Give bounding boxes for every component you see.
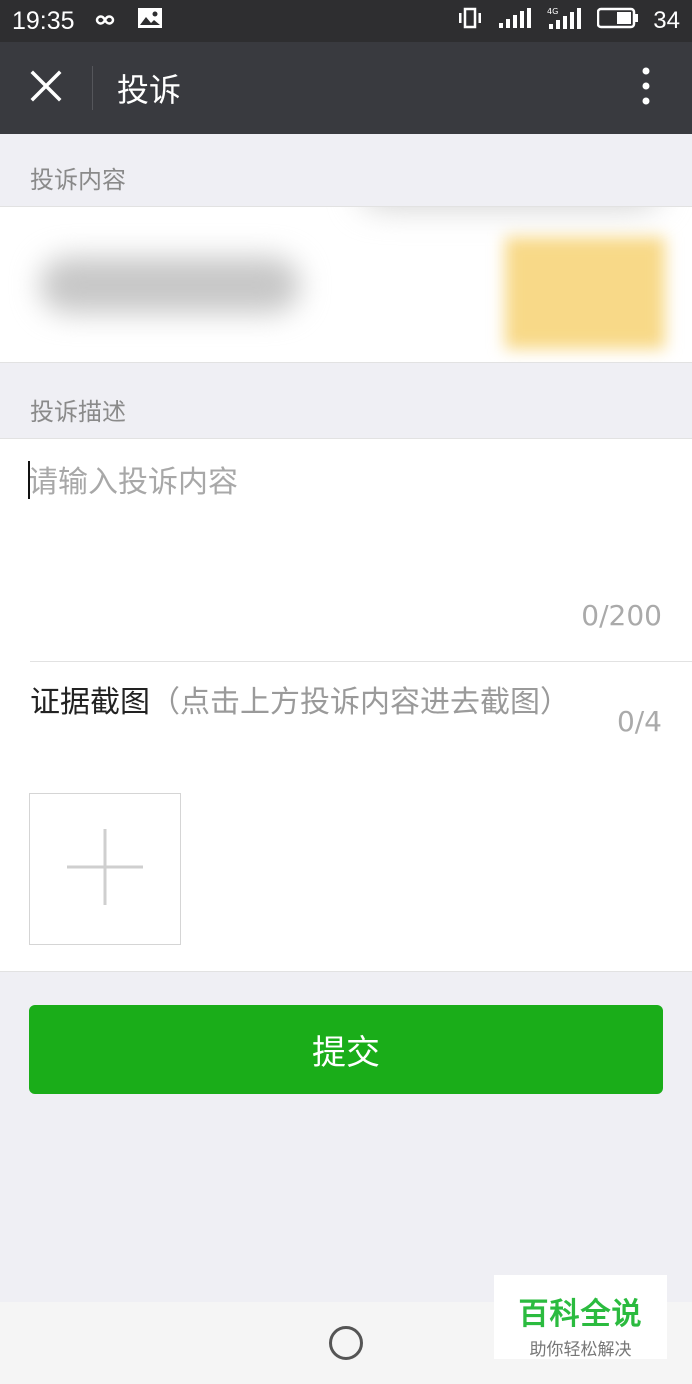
infinity-icon — [89, 7, 121, 35]
close-icon — [30, 70, 62, 106]
plus-icon — [67, 829, 143, 909]
complaint-description-label: 投诉描述 — [30, 398, 126, 426]
status-bar: 19:35 4G 34 — [0, 0, 692, 42]
watermark-logo: 百科全说 助你轻松解决 — [494, 1275, 667, 1360]
home-button[interactable] — [329, 1326, 363, 1360]
text-cursor — [28, 461, 30, 499]
battery-icon — [597, 7, 639, 35]
evidence-title-text: 证据截图 — [30, 685, 150, 720]
complaint-content-label: 投诉内容 — [30, 166, 126, 194]
char-counter: 0/200 — [581, 599, 662, 632]
blurred-content-text — [360, 206, 660, 207]
evidence-counter: 0/4 — [616, 705, 662, 738]
blurred-content-thumbnail — [505, 237, 665, 349]
more-menu-button[interactable] — [600, 42, 692, 134]
svg-text:4G: 4G — [547, 7, 558, 16]
submit-button[interactable]: 提交 — [29, 1005, 663, 1094]
page-title: 投诉 — [117, 71, 182, 109]
signal-4g-icon: 4G — [547, 6, 583, 36]
evidence-hint: （点击上方投诉内容进去截图） — [150, 685, 570, 720]
watermark-main-text: 百科全说 — [518, 1297, 643, 1332]
divider — [30, 661, 692, 662]
evidence-title: 证据截图（点击上方投诉内容进去截图） — [30, 681, 570, 725]
add-screenshot-button[interactable] — [29, 793, 181, 945]
watermark-sub-text: 助你轻松解决 — [529, 1340, 632, 1360]
battery-level: 34 — [653, 7, 680, 34]
signal-icon — [497, 7, 533, 35]
image-icon — [137, 7, 163, 35]
title-bar: 投诉 — [0, 42, 692, 134]
description-card: 0/200 证据截图（点击上方投诉内容进去截图） 0/4 — [0, 438, 692, 972]
complaint-description-input[interactable] — [28, 457, 662, 597]
status-time: 19:35 — [12, 6, 75, 35]
title-divider — [92, 66, 93, 110]
complaint-content-card[interactable] — [0, 206, 692, 363]
close-button[interactable] — [0, 42, 92, 134]
blurred-content-text — [40, 257, 300, 313]
vibrate-icon — [457, 7, 483, 35]
more-vertical-icon — [642, 67, 650, 109]
